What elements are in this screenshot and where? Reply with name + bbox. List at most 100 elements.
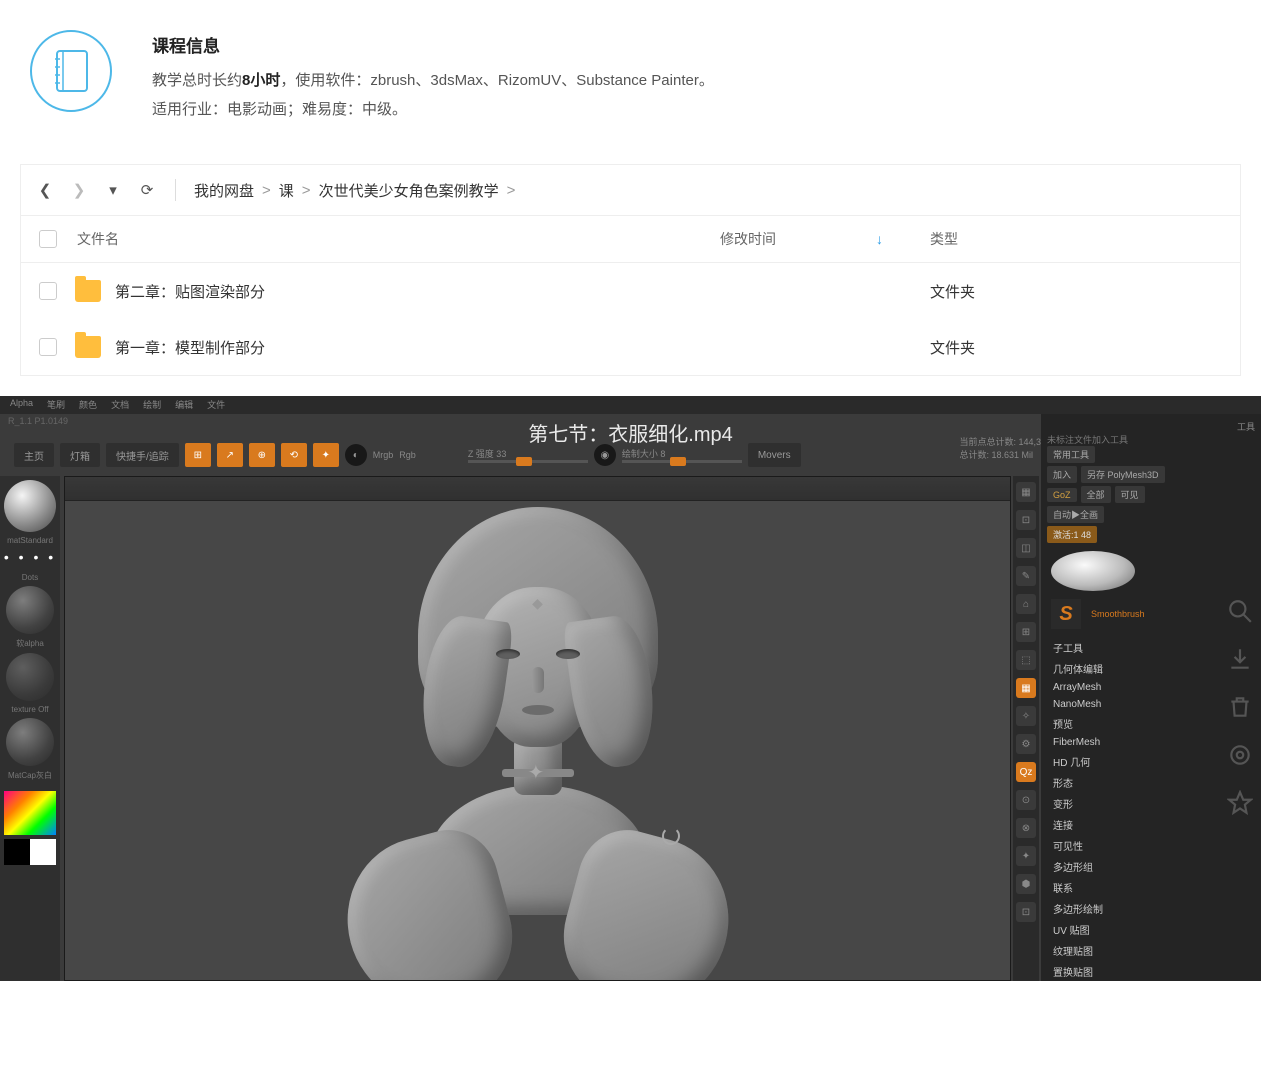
tool-icon[interactable]: ⊞ <box>185 443 211 467</box>
sculpt-nose <box>532 667 544 693</box>
chevron-right-icon: > <box>507 182 516 199</box>
rgb-label[interactable]: Rgb <box>399 450 416 460</box>
tool-icon[interactable]: ⬚ <box>1016 650 1036 670</box>
texture-sphere[interactable] <box>6 653 54 701</box>
panel-btn[interactable]: 常用工具 <box>1047 446 1095 463</box>
intensity-slider[interactable] <box>468 460 588 463</box>
smoothbrush-s-icon[interactable]: S <box>1051 599 1081 629</box>
tool-icon[interactable]: ⊗ <box>1016 818 1036 838</box>
tool-icon[interactable]: ✦ <box>313 443 339 467</box>
bpr-icon[interactable]: ◐ <box>345 444 367 466</box>
matcap-label: MatCap灰白 <box>8 770 52 781</box>
menu-item[interactable]: 笔刷 <box>47 398 65 412</box>
tool-icon[interactable]: ⊞ <box>1016 622 1036 642</box>
list-item[interactable]: 多边形绘制 <box>1047 898 1255 919</box>
goz-button[interactable]: GoZ <box>1047 488 1077 502</box>
visible-button[interactable]: 可见 <box>1115 486 1145 503</box>
star-icon[interactable] <box>1225 788 1255 818</box>
all-button[interactable]: 全部 <box>1081 486 1111 503</box>
zbrush-canvas[interactable]: ◆ ✦ <box>64 476 1011 981</box>
stroke-dots-icon[interactable]: • • • • <box>4 549 56 569</box>
row-checkbox[interactable] <box>39 338 57 356</box>
menu-item[interactable]: 文件 <box>207 398 225 412</box>
tool-icon[interactable]: ↗ <box>217 443 243 467</box>
list-item[interactable]: 置换贴图 <box>1047 961 1255 981</box>
download-icon[interactable] <box>1225 644 1255 674</box>
saveas-button[interactable]: 另存 PolyMesh3D <box>1081 466 1165 483</box>
menu-item[interactable]: 绘制 <box>143 398 161 412</box>
tool-icon[interactable]: ⟲ <box>281 443 307 467</box>
tool-icon[interactable]: ⌂ <box>1016 594 1036 614</box>
search-icon[interactable] <box>1225 596 1255 626</box>
zbrush-screenshot: Alpha笔刷颜色文档绘制编辑文件 — ☐ ✕ R_1.1 P1.0149 第七… <box>0 396 1261 981</box>
auto-button[interactable]: 自动▶全画 <box>1047 506 1104 523</box>
tool-icon[interactable]: ◫ <box>1016 538 1036 558</box>
zbrush-right-toolstrip: ▦ ⊡ ◫ ✎ ⌂ ⊞ ⬚ ▦ ✧ ⚙ Qz ⊙ ⊗ ✦ ⬢ ⊡ <box>1013 476 1039 981</box>
table-row[interactable]: 第一章：模型制作部分 文件夹 <box>21 319 1240 375</box>
menu-item[interactable]: 颜色 <box>79 398 97 412</box>
target-icon[interactable] <box>1225 740 1255 770</box>
tool-icon[interactable]: ✎ <box>1016 566 1036 586</box>
row-name[interactable]: 第二章：贴图渲染部分 <box>75 280 720 302</box>
breadcrumb-item[interactable]: 课 <box>279 180 294 201</box>
swatch-black[interactable] <box>4 839 30 865</box>
loading-spinner-icon <box>662 827 680 845</box>
swatch-white[interactable] <box>30 839 56 865</box>
tool-icon[interactable]: ▦ <box>1016 482 1036 502</box>
mrgb-label[interactable]: Mrgb <box>373 450 394 460</box>
table-row[interactable]: 第二章：贴图渲染部分 文件夹 <box>21 263 1240 319</box>
list-item[interactable]: 纹理贴图 <box>1047 940 1255 961</box>
tool-icon[interactable]: ✦ <box>1016 846 1036 866</box>
nav-back-icon[interactable]: ❮ <box>35 180 55 200</box>
breadcrumb-current[interactable]: 次世代美少女角色案例教学 <box>319 180 499 201</box>
list-item[interactable]: 多边形组 <box>1047 856 1255 877</box>
list-item[interactable]: 联系 <box>1047 877 1255 898</box>
breadcrumb-root[interactable]: 我的网盘 <box>194 180 254 201</box>
sculpt-model: ◆ ✦ <box>278 507 798 981</box>
menu-item[interactable]: 编辑 <box>175 398 193 412</box>
panel-heading: 工具 <box>1047 420 1255 433</box>
movers-button[interactable]: Movers <box>748 443 801 467</box>
menu-item[interactable]: Alpha <box>10 398 33 412</box>
color-picker[interactable] <box>4 791 56 835</box>
tool-icon[interactable]: ⚙ <box>1016 734 1036 754</box>
drawsize-slider[interactable] <box>622 460 742 463</box>
list-item[interactable]: UV 贴图 <box>1047 919 1255 940</box>
quick-button[interactable]: 快捷手/追踪 <box>106 443 179 467</box>
row-name[interactable]: 第一章：模型制作部分 <box>75 336 720 358</box>
dropdown-caret-icon[interactable]: ▾ <box>103 180 123 200</box>
focal-icon[interactable]: ◉ <box>594 444 616 466</box>
separator <box>175 179 176 201</box>
tool-icon[interactable]: ⊡ <box>1016 510 1036 530</box>
alpha-sphere[interactable] <box>6 586 54 634</box>
select-all-checkbox[interactable] <box>39 230 57 248</box>
matcap-sphere[interactable] <box>6 718 54 766</box>
zbrush-toolbar: 主页 灯箱 快捷手/追踪 ⊞ ↗ ⊕ ⟲ ✦ ◐ Mrgb Rgb Z 强度 3… <box>14 438 1061 472</box>
load-button[interactable]: 加入 <box>1047 466 1077 483</box>
material-sphere[interactable] <box>4 480 56 532</box>
column-time[interactable]: 修改时间 ↓ <box>720 229 930 249</box>
tool-icon[interactable]: ⬢ <box>1016 874 1036 894</box>
tool-icon[interactable]: ⊕ <box>249 443 275 467</box>
tool-icon[interactable]: Qz <box>1016 762 1036 782</box>
lightbox-button[interactable]: 灯箱 <box>60 443 100 467</box>
sculpt-eye <box>556 649 580 659</box>
file-browser: ❮ ❯ ▾ ⟳ 我的网盘 > 课 > 次世代美少女角色案例教学 > 文件名 修改… <box>20 164 1241 376</box>
tool-icon[interactable]: ⊡ <box>1016 902 1036 922</box>
course-line1-prefix: 教学总时长约 <box>152 72 242 89</box>
column-type[interactable]: 类型 <box>930 229 1240 249</box>
list-item[interactable]: 可见性 <box>1047 835 1255 856</box>
refresh-icon[interactable]: ⟳ <box>137 180 157 200</box>
stats-line1: 当前点总计数: 144,354 <box>959 436 1051 449</box>
menu-item[interactable]: 文档 <box>111 398 129 412</box>
row-checkbox[interactable] <box>39 282 57 300</box>
persp-icon[interactable]: ▦ <box>1016 678 1036 698</box>
trash-icon[interactable] <box>1225 692 1255 722</box>
nav-forward-icon[interactable]: ❯ <box>69 180 89 200</box>
tool-icon[interactable]: ✧ <box>1016 706 1036 726</box>
tool-icon[interactable]: ⊙ <box>1016 790 1036 810</box>
active-slider[interactable]: 激活:1 48 <box>1047 526 1097 543</box>
brush-preview[interactable] <box>1051 551 1135 591</box>
column-name[interactable]: 文件名 <box>75 229 720 249</box>
home-button[interactable]: 主页 <box>14 443 54 467</box>
